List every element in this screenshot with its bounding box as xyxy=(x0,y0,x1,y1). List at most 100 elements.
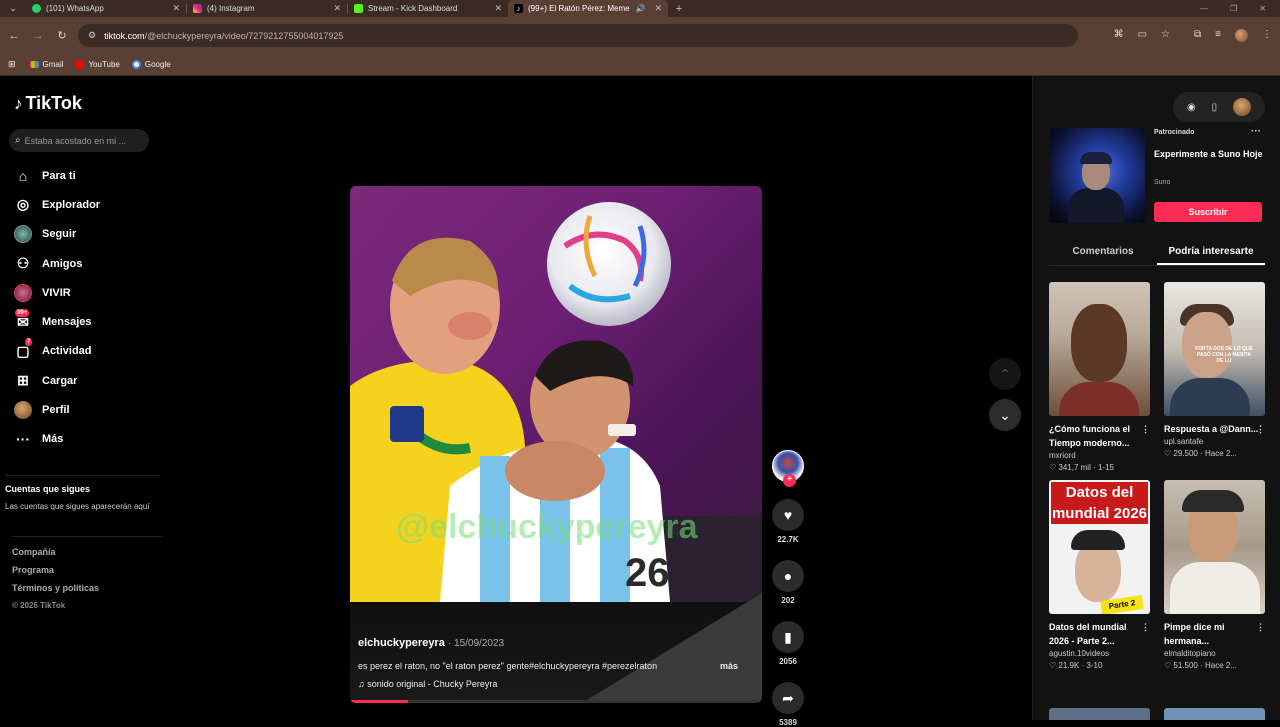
nav-item-cargar[interactable]: ⊞ Cargar xyxy=(13,366,100,395)
forward-button[interactable]: → xyxy=(26,30,50,42)
video-player[interactable]: 26 @elchuckypereyra xyxy=(350,186,762,703)
translate-icon[interactable]: ⌘ xyxy=(1114,29,1124,42)
nav-item-vivir[interactable]: VIVIR xyxy=(13,278,100,307)
video-thumbnail[interactable] xyxy=(1049,708,1150,720)
card-menu-icon[interactable]: ⋮ xyxy=(1141,422,1150,436)
url-path: /@elchuckypereyra/video/7279212755004017… xyxy=(144,30,344,41)
ad-options-icon[interactable]: ··· xyxy=(1251,126,1261,137)
subscribe-button[interactable]: Suscribir xyxy=(1154,202,1262,222)
ad-title[interactable]: Experimente a Suno Hoje xyxy=(1154,148,1264,161)
cast-icon[interactable]: ▭ xyxy=(1138,29,1147,42)
card-title-text: Pimpe dice mi hermana... xyxy=(1164,622,1225,646)
tab-kick[interactable]: Stream - Kick Dashboard ✕ xyxy=(348,0,508,17)
more-button[interactable]: más xyxy=(720,661,738,671)
user-avatar[interactable] xyxy=(1233,98,1252,116)
recommended-card[interactable]: Datos del mundial 2026 Parte 2 Datos del … xyxy=(1049,480,1150,670)
comment-button[interactable]: ● xyxy=(772,560,804,592)
address-bar[interactable]: ⚙ tiktok.com/@elchuckypereyra/video/7279… xyxy=(78,24,1078,47)
footer-link[interactable]: Compañía xyxy=(12,547,162,557)
footer-link[interactable]: Programa xyxy=(12,565,162,575)
video-thumbnail[interactable]: Datos del mundial 2026 Parte 2 xyxy=(1049,480,1150,614)
reading-list-icon[interactable]: ≡ xyxy=(1215,29,1221,42)
tiktok-logo-icon: ♪ xyxy=(14,93,23,113)
device-icon[interactable]: ▯ xyxy=(1212,102,1218,113)
save-button[interactable]: ▮ xyxy=(772,621,804,653)
recommended-card[interactable]: FORTA DOS DE LO QUE PASÓ CON LA MESITA D… xyxy=(1164,282,1265,472)
card-menu-icon[interactable]: ⋮ xyxy=(1256,620,1265,634)
tab-search-button[interactable]: ⌄ xyxy=(0,0,26,17)
close-tab-icon[interactable]: ✕ xyxy=(333,3,341,14)
card-author[interactable]: mxriord xyxy=(1049,451,1150,460)
creator-avatar[interactable]: + xyxy=(772,450,804,487)
chevron-down-icon: ⌄ xyxy=(999,406,1011,423)
bookmark-star-icon[interactable]: ☆ xyxy=(1161,29,1170,42)
copyright: © 2026 TikTok xyxy=(12,601,66,610)
ad-thumbnail[interactable] xyxy=(1050,128,1145,223)
video-thumbnail[interactable]: FORTA DOS DE LO QUE PASÓ CON LA MESITA D… xyxy=(1164,282,1265,416)
video-progress-bar[interactable] xyxy=(350,700,762,703)
next-video-button[interactable]: ⌄ xyxy=(989,399,1021,431)
share-count: 5389 xyxy=(779,718,797,727)
search-input[interactable]: ⌕ Estaba acostado en mi ... xyxy=(9,129,149,152)
card-author[interactable]: agustin.10videos xyxy=(1049,649,1150,658)
nav-item-amigos[interactable]: ⚇ Amigos xyxy=(13,249,100,278)
card-menu-icon[interactable]: ⋮ xyxy=(1141,620,1150,634)
tab-title: (4) Instagram xyxy=(207,4,255,13)
video-thumbnail[interactable] xyxy=(1049,282,1150,416)
music-note-icon: ♫ xyxy=(358,679,365,689)
tiktok-logo[interactable]: ♪ TikTok xyxy=(14,93,82,114)
nav-item-seguir[interactable]: Seguir xyxy=(13,220,100,249)
extensions-icon[interactable]: ⧉ xyxy=(1194,29,1201,42)
window-controls: — ❐ ✕ xyxy=(1200,4,1280,13)
card-stats: ♡ 29.500 · Hace 2... xyxy=(1164,449,1237,458)
nav-item-explorador[interactable]: ◎ Explorador xyxy=(13,190,100,219)
close-tab-icon[interactable]: ✕ xyxy=(172,3,180,14)
restore-icon[interactable]: ❐ xyxy=(1230,4,1237,13)
tab-instagram[interactable]: (4) Instagram ✕ xyxy=(187,0,347,17)
minimize-icon[interactable]: — xyxy=(1200,4,1208,13)
tab-whatsapp[interactable]: (101) WhatsApp ✕ xyxy=(26,0,186,17)
video-thumbnail[interactable] xyxy=(1164,480,1265,614)
apps-grid-icon[interactable]: ⊞ xyxy=(8,59,16,70)
profile-avatar[interactable] xyxy=(1235,29,1248,42)
like-button[interactable]: ♥ xyxy=(772,499,804,531)
card-author[interactable]: elmalditopiano xyxy=(1164,649,1265,658)
previous-video-button[interactable]: ⌃ xyxy=(989,358,1021,390)
site-info-icon[interactable]: ⚙ xyxy=(88,30,96,41)
bookmark-youtube[interactable]: YouTube xyxy=(75,60,120,69)
close-tab-icon[interactable]: ✕ xyxy=(654,3,662,14)
nav-item-mensajes[interactable]: ✉ 99+ Mensajes xyxy=(13,307,100,336)
back-button[interactable]: ← xyxy=(2,30,26,42)
card-title: Datos del mundial 2026 - Parte 2... ⋮ xyxy=(1049,620,1150,648)
recommended-card[interactable]: Pimpe dice mi hermana... ⋮ elmalditopiano… xyxy=(1164,480,1265,670)
nav-item-para-ti[interactable]: ⌂ Para ti xyxy=(13,161,100,190)
thumbnail-banner: Datos del mundial 2026 xyxy=(1051,482,1148,524)
tab-tiktok[interactable]: ♪ (99+) El Ratón Pérez: Meme 🔊 ✕ xyxy=(508,0,668,17)
search-icon: ⌕ xyxy=(15,135,21,146)
coin-icon[interactable]: ◉ xyxy=(1187,102,1196,113)
follow-plus-icon[interactable]: + xyxy=(783,474,796,487)
nav-item-perfil[interactable]: Perfil xyxy=(13,395,100,424)
bookmark-gmail[interactable]: Gmail xyxy=(29,60,63,69)
video-sound[interactable]: ♫ sonido original - Chucky Pereyra xyxy=(358,679,758,689)
footer-link[interactable]: Términos y políticas xyxy=(12,583,162,593)
nav-item-actividad[interactable]: ▢ 7 Actividad xyxy=(13,337,100,366)
card-author[interactable]: upl.santafe xyxy=(1164,437,1265,446)
close-window-icon[interactable]: ✕ xyxy=(1259,4,1266,13)
tab-comentarios[interactable]: Comentarios xyxy=(1049,242,1157,265)
share-button[interactable]: ➦ xyxy=(772,682,804,714)
tab-podria-interesarte[interactable]: Podría interesarte xyxy=(1157,242,1265,265)
recommended-card[interactable]: ¿Cómo funciona el Tiempo moderno... ⋮ mxr… xyxy=(1049,282,1150,472)
speaker-icon[interactable]: 🔊 xyxy=(635,4,645,13)
nav-item-mas[interactable]: ··· Más xyxy=(13,425,100,454)
video-author[interactable]: elchuckypereyra xyxy=(358,637,445,649)
new-tab-button[interactable]: + xyxy=(668,3,690,15)
bookmark-google[interactable]: Google xyxy=(131,60,171,69)
card-menu-icon[interactable]: ⋮ xyxy=(1256,422,1265,436)
ad-person-cap xyxy=(1080,152,1112,164)
browser-menu-icon[interactable]: ⋮ xyxy=(1262,29,1272,42)
reload-button[interactable]: ↻ xyxy=(50,29,74,42)
nav-label: Más xyxy=(42,433,64,446)
close-tab-icon[interactable]: ✕ xyxy=(494,3,502,14)
video-thumbnail[interactable] xyxy=(1164,708,1265,720)
